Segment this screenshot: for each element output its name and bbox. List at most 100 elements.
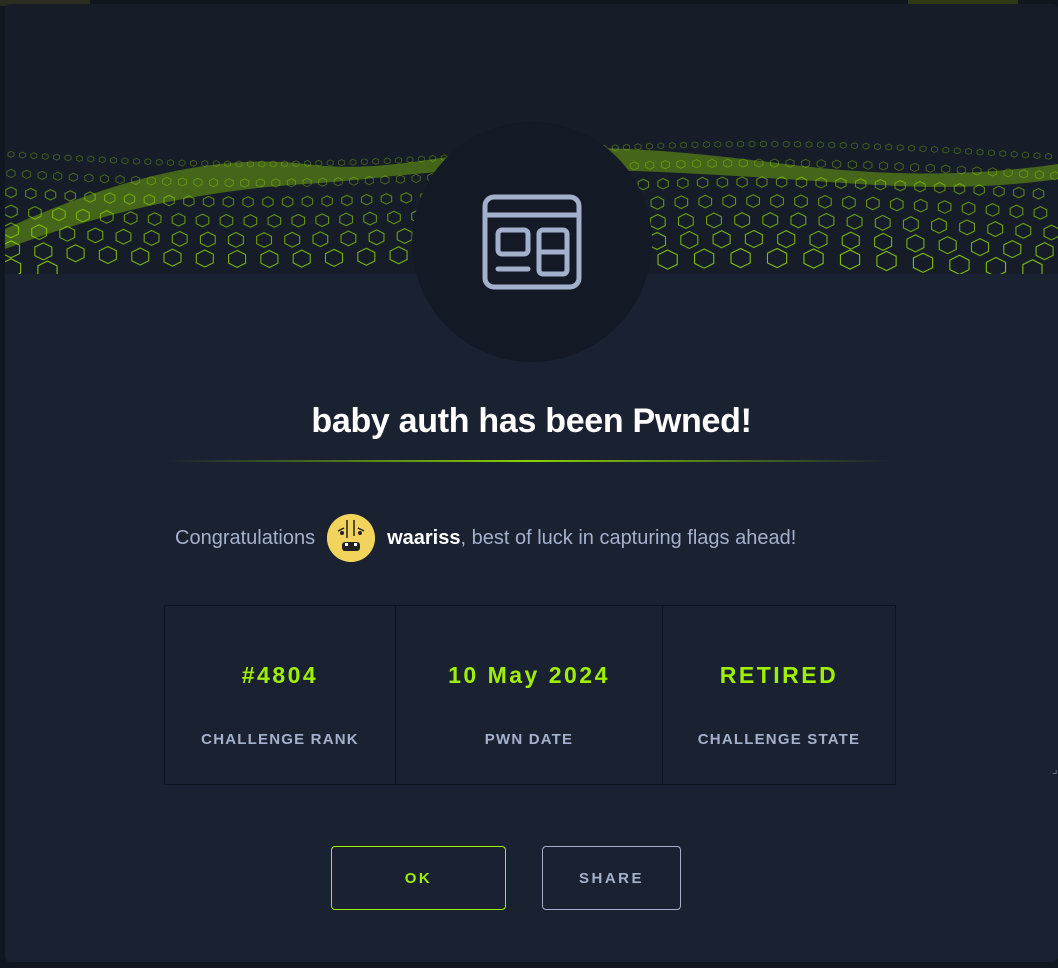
- hex-cube: [862, 142, 870, 150]
- hex-cube: [646, 142, 653, 150]
- hex-cube: [889, 197, 904, 212]
- hex-cube: [970, 238, 990, 257]
- hex-cube: [357, 247, 376, 266]
- stat-label: CHALLENGE RANK: [201, 731, 359, 748]
- hex-cube: [725, 140, 733, 148]
- hex-cube: [349, 158, 357, 166]
- hex-cube: [985, 202, 1000, 217]
- hex-cube: [281, 195, 294, 208]
- user-avatar[interactable]: [327, 514, 376, 562]
- hex-cube: [691, 141, 699, 149]
- stat-label: CHALLENGE STATE: [697, 731, 861, 748]
- hex-cube: [34, 242, 53, 261]
- hex-cube: [131, 247, 150, 266]
- hex-cube: [770, 194, 784, 208]
- hex-cube: [846, 213, 863, 230]
- hex-cube: [155, 158, 163, 166]
- hex-cube: [147, 212, 162, 226]
- hex-cube: [339, 212, 354, 227]
- hex-cube: [189, 159, 197, 167]
- hex-cube: [985, 256, 1007, 274]
- hex-cube: [338, 159, 346, 167]
- hex-cube: [363, 211, 377, 226]
- stat-challenge-rank: #4804 CHALLENGE RANK: [165, 606, 396, 784]
- hex-cube: [383, 157, 391, 165]
- hex-cube: [312, 231, 329, 248]
- ok-button[interactable]: OK: [331, 846, 506, 910]
- hex-cube: [878, 161, 888, 171]
- hex-cube: [18, 151, 26, 159]
- hex-cube: [372, 157, 380, 165]
- hex-cube: [380, 175, 390, 185]
- hex-cube: [171, 230, 188, 247]
- hex-cube: [698, 194, 713, 209]
- hex-cube: [201, 160, 209, 167]
- share-button[interactable]: SHARE: [542, 846, 681, 910]
- hex-cube: [199, 231, 216, 248]
- hex-cube: [76, 155, 83, 162]
- hex-cube: [680, 230, 699, 250]
- hex-cube: [53, 171, 63, 181]
- hex-cube: [744, 229, 763, 249]
- hex-cube: [6, 168, 16, 178]
- hex-cube: [123, 211, 138, 225]
- hex-cube: [171, 212, 186, 227]
- hex-cube: [360, 193, 373, 206]
- hex-cube: [1035, 242, 1054, 261]
- hex-cube: [1009, 204, 1024, 219]
- hex-cube: [988, 149, 995, 157]
- web-app-window-icon: [482, 194, 582, 290]
- hex-cube: [243, 214, 258, 228]
- hex-cube: [87, 155, 95, 163]
- hex-cube: [143, 229, 160, 246]
- hex-cube: [953, 147, 961, 155]
- hex-cube: [771, 140, 779, 148]
- title-divider: [170, 460, 890, 462]
- hex-cube: [805, 141, 813, 148]
- hex-cube: [938, 236, 957, 255]
- hex-cube: [941, 164, 951, 174]
- hex-cube: [110, 156, 117, 164]
- hex-cube: [1032, 187, 1045, 200]
- stat-value: 10 May 2024: [448, 662, 610, 688]
- hex-cube: [762, 212, 779, 229]
- hex-cube: [5, 186, 17, 199]
- hex-cube: [674, 195, 689, 210]
- hex-cube: [906, 234, 925, 253]
- hex-cube: [919, 145, 927, 153]
- hex-cube: [716, 176, 729, 189]
- hex-cube: [400, 192, 412, 204]
- hex-cube: [973, 184, 985, 196]
- hex-cube: [59, 225, 76, 242]
- hex-cube: [195, 213, 210, 228]
- hex-cube: [368, 229, 385, 246]
- resize-handle-icon[interactable]: ⌟: [1052, 762, 1058, 782]
- hex-cube: [756, 176, 768, 188]
- hex-cube: [910, 162, 920, 172]
- hex-cube: [262, 196, 274, 208]
- pwned-modal: baby auth has been Pwned! Congratulation…: [5, 4, 1058, 962]
- hex-cube: [809, 230, 828, 249]
- hex-cube: [839, 249, 861, 270]
- hex-cube: [315, 159, 323, 167]
- hex-cube: [301, 195, 314, 208]
- hex-cube: [841, 231, 860, 250]
- hex-cube: [677, 177, 689, 189]
- hex-cube: [380, 193, 393, 205]
- hex-cube: [696, 176, 709, 189]
- hex-cube: [326, 159, 334, 167]
- hex-cube: [722, 194, 737, 209]
- hex-cube: [730, 247, 751, 269]
- hex-cube: [959, 219, 976, 236]
- username[interactable]: waariss: [387, 527, 460, 550]
- hex-cube: [5, 204, 18, 219]
- hex-cube: [931, 217, 947, 234]
- hex-cube: [315, 213, 330, 228]
- hex-cube: [260, 249, 279, 269]
- stat-challenge-state: RETIRED CHALLENGE STATE: [663, 606, 895, 784]
- hex-cube: [284, 231, 301, 248]
- hex-cube: [760, 140, 767, 148]
- hex-cube: [1033, 152, 1041, 160]
- hex-cube: [902, 216, 919, 233]
- hex-cube: [1045, 152, 1052, 160]
